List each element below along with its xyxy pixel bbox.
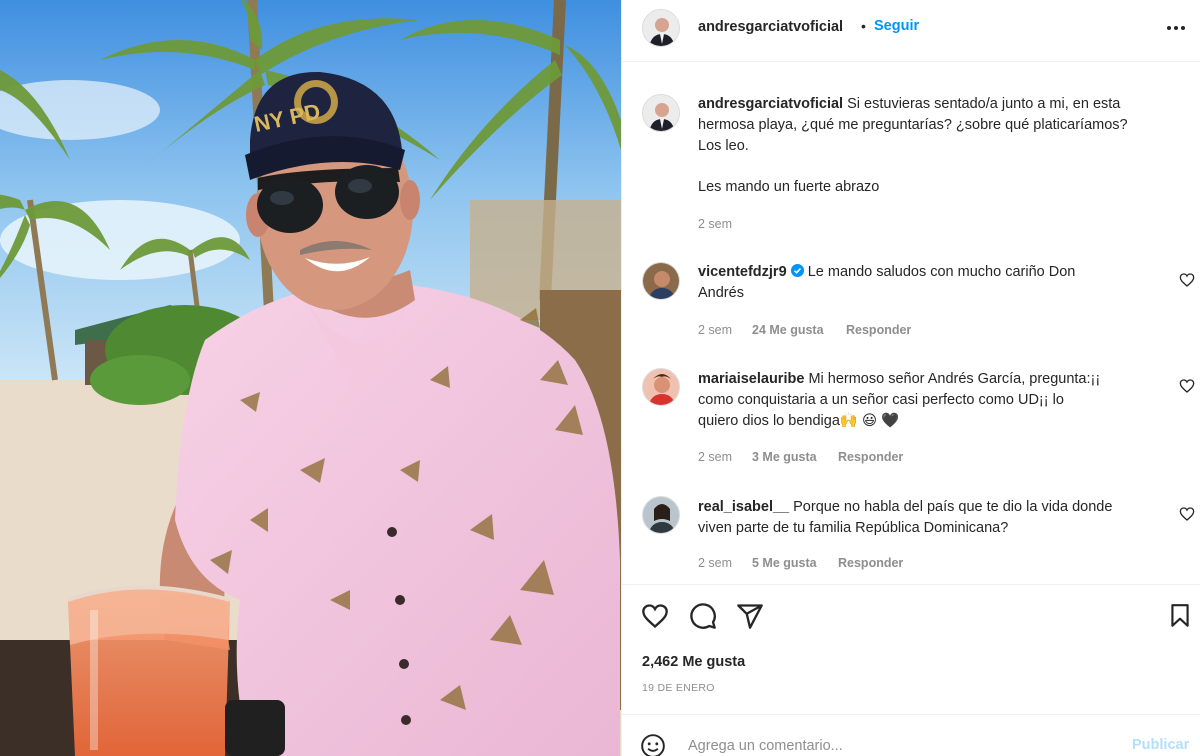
comment-line-1: Porque no habla del país que te dio la v… — [793, 499, 1113, 515]
verified-badge-icon — [790, 264, 804, 277]
caption-author-avatar[interactable] — [642, 94, 680, 132]
commenter-avatar[interactable] — [642, 262, 680, 300]
caption-time[interactable]: 2 sem — [698, 217, 732, 231]
comment-reply-button[interactable]: Responder — [838, 556, 903, 570]
commenter-avatar-image — [643, 497, 679, 533]
like-count[interactable]: 2,462 Me gusta — [642, 654, 745, 670]
caption-line-3: Los leo. — [698, 138, 749, 154]
comment-line-2: viven parte de tu familia República Domi… — [698, 520, 1009, 536]
comment-line-2: como conquistaria a un señor casi perfec… — [698, 392, 1064, 408]
comment-bubble-icon[interactable] — [689, 602, 717, 630]
comment-like-count[interactable]: 24 Me gusta — [752, 323, 824, 337]
comment-time[interactable]: 2 sem — [698, 556, 732, 570]
comment-reply-button[interactable]: Responder — [846, 323, 911, 337]
comment-username[interactable]: vicentefdzjr9 — [698, 264, 787, 280]
comment-like-heart-icon[interactable] — [1179, 506, 1195, 522]
author-avatar-image — [643, 10, 679, 46]
comment-like-heart-icon[interactable] — [1179, 272, 1195, 288]
like-heart-icon[interactable] — [641, 602, 669, 630]
comment-line-1: Le mando saludos con mucho cariño Don — [807, 264, 1076, 280]
caption-line-1: Si estuvieras sentado/a junto a mi, en e… — [847, 96, 1121, 112]
add-comment-bar: Publicar — [622, 714, 1200, 756]
share-paper-plane-icon[interactable] — [736, 602, 764, 630]
comment-like-count[interactable]: 5 Me gusta — [752, 556, 817, 570]
comment-text: mariaiselauribe Mi hermoso señor Andrés … — [698, 369, 1168, 432]
caption-line-2: hermosa playa, ¿qué me preguntarías? ¿so… — [698, 117, 1128, 133]
comment-reply-text[interactable]: Responder — [846, 323, 911, 337]
commenter-avatar[interactable] — [642, 496, 680, 534]
comment-line-1: Mi hermoso señor Andrés García, pregunta… — [808, 371, 1101, 387]
commenter-avatar-image — [643, 369, 679, 405]
follow-button[interactable]: Seguir — [874, 18, 919, 34]
save-bookmark-icon[interactable] — [1167, 602, 1193, 630]
comment-like-count-text[interactable]: 3 Me gusta — [752, 450, 817, 464]
post-image: NY PD — [0, 0, 621, 756]
comment-reply-text[interactable]: Responder — [838, 450, 903, 464]
author-avatar[interactable] — [642, 9, 680, 47]
comment-username[interactable]: real_isabel__ — [698, 499, 789, 515]
comment-text: vicentefdzjr9 Le mando saludos con mucho… — [698, 262, 1168, 304]
author-username[interactable]: andresgarciatvoficial — [698, 19, 843, 35]
caption-extra-line: Les mando un fuerte abrazo — [698, 179, 880, 195]
comment-line-3: quiero dios lo bendiga🙌 😃 🖤 — [698, 413, 900, 429]
post-date[interactable]: 19 DE ENERO — [642, 682, 715, 694]
comment-reply-text[interactable]: Responder — [838, 556, 903, 570]
separator-dot: • — [861, 18, 866, 34]
post-photo[interactable]: NY PD — [0, 0, 621, 756]
emoji-smiley-icon[interactable] — [640, 733, 666, 756]
comment-like-count-text[interactable]: 24 Me gusta — [752, 323, 824, 337]
more-options-icon[interactable] — [1167, 26, 1187, 32]
comment-like-count[interactable]: 3 Me gusta — [752, 450, 817, 464]
comment-time[interactable]: 2 sem — [698, 323, 732, 337]
commenter-avatar[interactable] — [642, 368, 680, 406]
post-side-panel: andresgarciatvoficial • Seguir andresgar… — [621, 0, 1200, 756]
publish-button[interactable]: Publicar — [1132, 737, 1189, 753]
comment-text: real_isabel__ Porque no habla del país q… — [698, 497, 1168, 539]
comment-line-2: Andrés — [698, 285, 744, 301]
commenter-avatar-image — [643, 263, 679, 299]
comment-like-heart-icon[interactable] — [1179, 378, 1195, 394]
caption-text: andresgarciatvoficial Si estuvieras sent… — [698, 94, 1188, 157]
comment-time[interactable]: 2 sem — [698, 450, 732, 464]
caption-avatar-image — [643, 95, 679, 131]
comment-like-count-text[interactable]: 5 Me gusta — [752, 556, 817, 570]
comment-username[interactable]: mariaiselauribe — [698, 371, 804, 387]
caption-username[interactable]: andresgarciatvoficial — [698, 96, 843, 112]
glass-shape — [67, 585, 231, 756]
comment-input[interactable] — [688, 735, 1108, 756]
post-header: andresgarciatvoficial • Seguir — [622, 0, 1200, 62]
comment-reply-button[interactable]: Responder — [838, 450, 903, 464]
